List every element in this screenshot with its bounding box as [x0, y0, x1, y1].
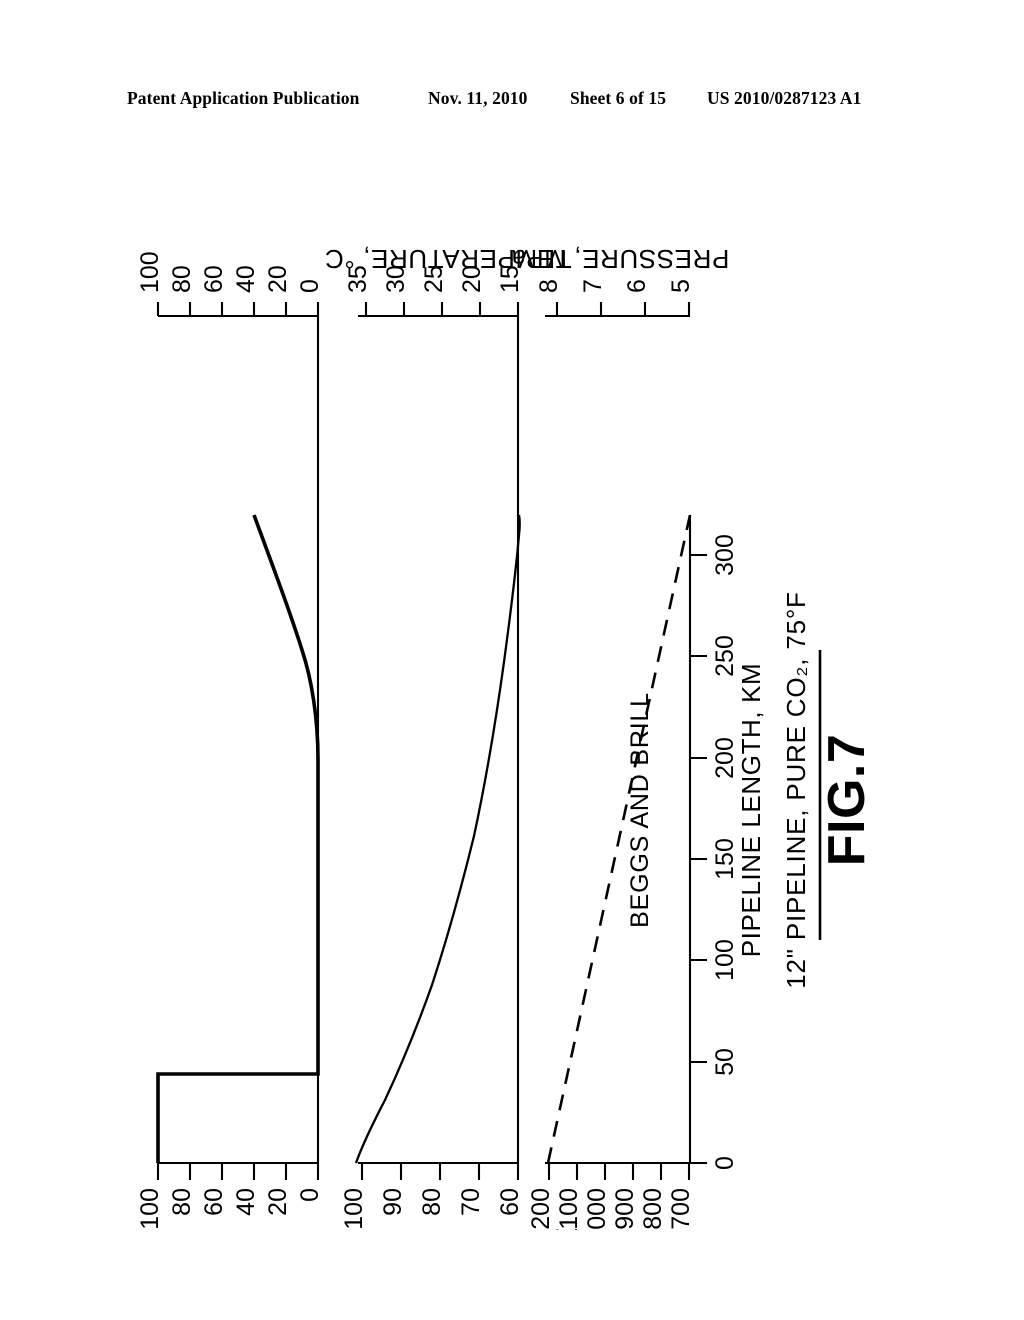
panel-temperature: 35 30 25 20 15 TEMPERATURE, °C 100 90 80… — [324, 244, 571, 1230]
vapor-fraction-curve — [156, 514, 320, 1163]
patent-header: Patent Application Publication Nov. 11, … — [0, 88, 1024, 114]
figure-label: FIG.7 — [818, 734, 876, 867]
tick-label: 100 — [136, 1188, 164, 1230]
temperature-curve — [354, 514, 521, 1164]
sheet-number: Sheet 6 of 15 — [570, 88, 667, 108]
tick-label: 1100 — [555, 1188, 583, 1230]
tick-label: 20 — [264, 265, 292, 293]
figure-drawing: 100 80 60 40 20 0 100 80 60 40 20 0 35 3… — [100, 244, 876, 1230]
vapor-axis-top-tick-labels: 100 80 60 40 20 0 — [136, 251, 324, 293]
tick-label: 300 — [711, 534, 739, 576]
pressure-axis-title-mpa: PRESSURE, MPa — [511, 244, 730, 274]
panel-pressure: 8 7 6 5 PRESSURE, MPa 1200 1100 1000 900… — [511, 244, 730, 1230]
length-axis-ticks — [690, 553, 707, 1165]
vapor-axis-bottom-tick-labels: 100 80 60 40 20 0 — [136, 1188, 324, 1230]
tick-label: 80 — [418, 1188, 446, 1216]
temperature-axis-bottom-tick-labels: 100 90 80 70 60 — [340, 1188, 524, 1230]
tick-label: 100 — [136, 251, 164, 293]
tick-label: 250 — [711, 635, 739, 677]
tick-label: 700 — [667, 1188, 695, 1230]
tick-label: 8 — [535, 279, 563, 293]
pressure-axis-bottom-tick-labels: 1200 1100 1000 900 800 700 — [527, 1188, 695, 1230]
tick-label: 50 — [711, 1048, 739, 1076]
tick-label: 5 — [667, 279, 695, 293]
tick-label: 40 — [232, 265, 260, 293]
tick-label: 70 — [457, 1188, 485, 1216]
tick-label: 100 — [340, 1188, 368, 1230]
tick-label: 1200 — [527, 1188, 555, 1230]
pipeline-length-axis: 0 50 100 150 200 250 300 PIPELINE LENGTH… — [688, 515, 766, 1170]
tick-label: 60 — [200, 1188, 228, 1216]
tick-label: 100 — [711, 939, 739, 981]
vapor-axis-bottom-ticks — [156, 1163, 320, 1180]
tick-label: 60 — [496, 1188, 524, 1216]
tick-label: 0 — [296, 1188, 324, 1202]
tick-label: 80 — [168, 1188, 196, 1216]
beggs-and-brill-annotation: BEGGS AND BRILL — [626, 692, 654, 928]
pressure-axis-bottom-ticks — [547, 1163, 691, 1180]
figure-caption: 12" PIPELINE, PURE CO₂, 75°F — [781, 591, 811, 988]
tick-label: 0 — [296, 279, 324, 293]
tick-label: 200 — [711, 737, 739, 779]
tick-label: 150 — [711, 838, 739, 880]
figure-7: 100 80 60 40 20 0 100 80 60 40 20 0 35 3… — [0, 150, 1024, 1230]
tick-label: 40 — [232, 1188, 260, 1216]
tick-label: 60 — [200, 265, 228, 293]
tick-label: 90 — [379, 1188, 407, 1216]
pressure-axis-top-tick-labels: 8 7 6 5 — [535, 279, 695, 293]
temperature-axis-bottom-ticks — [360, 1163, 520, 1180]
tick-label: 6 — [623, 279, 651, 293]
panel-vapor-fraction: 100 80 60 40 20 0 100 80 60 40 20 0 — [136, 251, 324, 1229]
patent-number: US 2010/0287123 A1 — [707, 88, 862, 108]
tick-label: 900 — [611, 1188, 639, 1230]
length-axis-tick-labels: 0 50 100 150 200 250 300 — [711, 534, 739, 1170]
publication-date: Nov. 11, 2010 — [428, 88, 528, 108]
tick-label: 80 — [168, 265, 196, 293]
tick-label: 0 — [711, 1156, 739, 1170]
pressure-curve-beggs-brill — [546, 514, 692, 1164]
publication-title: Patent Application Publication — [127, 88, 360, 108]
vapor-axis-top-ticks — [156, 302, 320, 316]
pressure-axis-top-ticks — [555, 302, 691, 316]
figure-caption-group: 12" PIPELINE, PURE CO₂, 75°F FIG.7 — [781, 591, 876, 988]
tick-label: 20 — [264, 1188, 292, 1216]
tick-label: 7 — [579, 279, 607, 293]
length-axis-title: PIPELINE LENGTH, KM — [736, 663, 766, 958]
tick-label: 800 — [639, 1188, 667, 1230]
pressure-axis-title-psia: PRESSURE, psia — [510, 1229, 724, 1230]
temperature-axis-top-ticks — [364, 302, 520, 316]
tick-label: 1000 — [583, 1188, 611, 1230]
